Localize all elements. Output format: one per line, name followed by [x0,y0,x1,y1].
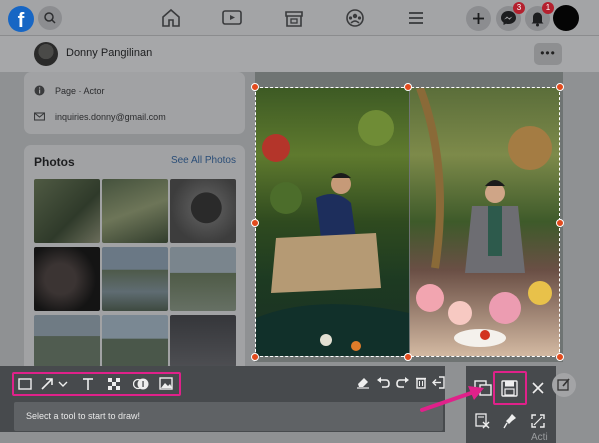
messenger-button[interactable]: 3 [496,2,525,31]
notifications-button[interactable]: 1 [525,2,554,31]
facebook-logo-letter: f [17,10,25,32]
photo-thumbnail[interactable] [170,247,236,311]
plus-icon [473,13,484,24]
more-options-button[interactable]: ••• [534,43,562,65]
account-avatar[interactable] [553,5,579,31]
groups-icon[interactable] [344,8,366,28]
photo-thumbnail[interactable] [34,315,100,367]
resize-handle[interactable] [556,353,564,361]
profile-avatar[interactable] [34,42,58,66]
photo-thumbnail[interactable] [102,179,168,243]
fullscreen-icon[interactable] [531,414,545,428]
text-icon[interactable] [82,377,94,391]
chevron-down-icon[interactable] [58,380,68,388]
resize-handle[interactable] [251,219,259,227]
screenshot-selection-box[interactable] [255,87,560,357]
drawing-status-message: Select a tool to start to draw! [26,411,141,421]
drawing-status-bar: Select a tool to start to draw! [14,402,443,431]
photo-thumbnail[interactable] [102,247,168,311]
drawing-tools-group [12,372,181,396]
redo-icon[interactable] [396,376,410,389]
profile-header: Donny Pangilinan ••• [0,36,599,72]
info-icon [34,85,45,96]
page-type-text: Page · Actor [55,85,105,96]
resize-handle[interactable] [556,83,564,91]
photos-title: Photos [34,155,75,169]
resize-handle[interactable] [251,353,259,361]
email-text[interactable]: inquiries.donny@gmail.com [55,112,166,122]
image-icon[interactable] [159,377,173,390]
photo-thumbnail[interactable] [34,247,100,311]
email-row: inquiries.donny@gmail.com [34,111,166,122]
rectangle-icon[interactable] [18,378,32,390]
page-type-row: Page · Actor [34,85,105,96]
undo-icon[interactable] [376,376,390,389]
mail-icon [34,112,45,121]
create-button[interactable] [466,6,491,31]
search-icon [44,12,56,24]
photo-thumbnail[interactable] [102,315,168,367]
translate-icon[interactable] [475,413,490,429]
menu-icon[interactable] [405,8,427,28]
arrow-icon[interactable] [40,377,54,391]
save-icon[interactable] [501,380,518,397]
marketplace-icon[interactable] [283,8,305,28]
resize-handle[interactable] [556,219,564,227]
resize-handle[interactable] [404,83,412,91]
pointer-arrow-annotation [420,386,484,412]
profile-name[interactable]: Donny Pangilinan [66,47,152,59]
top-navigation-bar: f 3 1 [0,0,599,36]
intro-card: Page · Actor inquiries.donny@gmail.com [24,72,245,134]
watch-icon[interactable] [221,8,243,28]
photo-thumbnail[interactable] [34,179,100,243]
pin-icon[interactable] [503,413,517,429]
messenger-badge: 3 [513,2,525,14]
edit-floating-button[interactable] [552,373,576,397]
search-button[interactable] [38,6,62,30]
photo-thumbnail[interactable] [170,315,236,367]
photo-thumbnail[interactable] [170,179,236,243]
resize-handle[interactable] [404,353,412,361]
see-all-photos-link[interactable]: See All Photos [171,155,236,166]
eraser-icon[interactable] [356,376,370,389]
edit-icon [557,378,570,391]
notifications-badge: 1 [542,2,554,14]
facebook-logo[interactable]: f [8,6,34,32]
resize-handle[interactable] [251,83,259,91]
home-icon[interactable] [160,8,182,28]
close-icon[interactable] [531,381,545,395]
mosaic-icon[interactable] [107,377,121,391]
activation-watermark: Acti [531,432,548,443]
numbered-marker-icon[interactable] [133,377,149,391]
